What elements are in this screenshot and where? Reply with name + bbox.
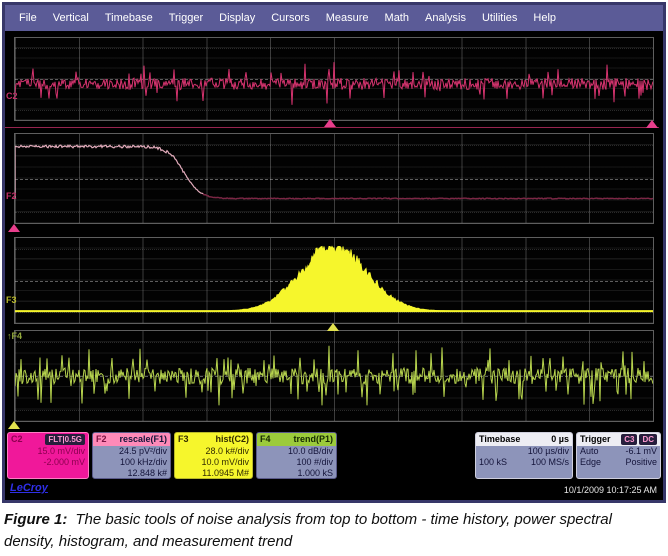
f4-samples: 1.000 kS (257, 468, 336, 479)
channel-c2-descriptor[interactable]: C2 FLT|0.5G 15.0 mV/div -2.000 mV (7, 432, 89, 479)
f3-population: 11.0945 M# (175, 468, 252, 479)
psd-position-marker[interactable] (8, 224, 20, 232)
histogram-center-marker[interactable] (327, 323, 339, 331)
trigger-descriptor[interactable]: Trigger C3 DC Auto -6.1 mV Edge Positive (576, 432, 661, 479)
histogram-trace (15, 238, 653, 323)
c2-label: C2 (11, 434, 23, 445)
trigger-type: Edge (580, 457, 601, 468)
trace-f2-descriptor[interactable]: F2 rescale(F1) 24.5 pV²/div 100 kHz/div … (92, 432, 171, 479)
f3-label: F3 (178, 434, 189, 445)
trace-label-c2: C2 (6, 91, 18, 101)
menu-item-vertical[interactable]: Vertical (45, 12, 97, 24)
f3-horizontal-scale: 10.0 mV/div (175, 457, 252, 468)
f4-function: trend(P1) (293, 434, 333, 445)
f4-label: F4 (260, 434, 271, 445)
datetime-display: 10/1/2009 10:17:25 AM (564, 485, 657, 495)
trigger-position-marker-right[interactable] (646, 120, 658, 128)
trigger-slope: Positive (625, 457, 657, 468)
f2-points: 12.848 k# (93, 468, 170, 479)
trace-zero-line (5, 127, 659, 128)
trace-label-f4-text: F4 (12, 331, 23, 341)
menu-bar: File Vertical Timebase Trigger Display C… (5, 5, 663, 31)
f2-label: F2 (96, 434, 107, 445)
lecroy-logo[interactable]: LeCroy (10, 482, 48, 494)
menu-item-file[interactable]: File (11, 12, 45, 24)
descriptor-row: C2 FLT|0.5G 15.0 mV/div -2.000 mV F2 res… (7, 432, 661, 479)
menu-item-analysis[interactable]: Analysis (417, 12, 474, 24)
menu-item-cursors[interactable]: Cursors (263, 12, 318, 24)
c2-offset: -2.000 mV (8, 457, 88, 468)
trigger-mode: Auto (580, 446, 599, 457)
f2-horizontal-scale: 100 kHz/div (93, 457, 170, 468)
figure-caption-title: Figure 1: (4, 511, 67, 528)
oscilloscope-window: File Vertical Timebase Trigger Display C… (2, 2, 666, 503)
trace-label-f3: F3 (6, 295, 17, 305)
f4-vertical-scale: 10.0 dB/div (257, 446, 336, 457)
timebase-samplerate: 100 MS/s (531, 457, 569, 468)
f2-vertical-scale: 24.5 pV²/div (93, 446, 170, 457)
f3-vertical-scale: 28.0 k#/div (175, 446, 252, 457)
menu-item-measure[interactable]: Measure (318, 12, 377, 24)
panel-trend (14, 330, 654, 422)
timebase-scale: 100 µs/div (476, 446, 572, 457)
trace-f3-descriptor[interactable]: F3 hist(C2) 28.0 k#/div 10.0 mV/div 11.0… (174, 432, 253, 479)
panel-psd (14, 133, 654, 224)
f4-horizontal-scale: 100 #/div (257, 457, 336, 468)
panel-time-history (14, 37, 654, 121)
trigger-source-badge: C3 (621, 434, 637, 445)
c2-vertical-scale: 15.0 mV/div (8, 446, 88, 457)
timebase-delay: 0 µs (551, 434, 569, 445)
menu-item-trigger[interactable]: Trigger (161, 12, 211, 24)
trend-trace (15, 331, 653, 421)
trigger-coupling-badge: DC (639, 434, 657, 445)
trend-position-marker[interactable] (8, 421, 20, 429)
c2-filter-badge: FLT|0.5G (45, 434, 85, 445)
menu-item-display[interactable]: Display (211, 12, 263, 24)
psd-trace (15, 134, 653, 223)
trace-f4-descriptor[interactable]: F4 trend(P1) 10.0 dB/div 100 #/div 1.000… (256, 432, 337, 479)
scope-display: C2 F2 F3 (5, 31, 663, 500)
screenshot-root: File Vertical Timebase Trigger Display C… (0, 0, 668, 556)
f3-function: hist(C2) (216, 434, 250, 445)
figure-caption-text: The basic tools of noise analysis from t… (4, 511, 612, 550)
menu-item-help[interactable]: Help (525, 12, 564, 24)
descriptor-spacer (340, 432, 472, 479)
trigger-position-marker[interactable] (324, 119, 336, 127)
timebase-memory: 100 kS (479, 457, 507, 468)
figure-caption: Figure 1:The basic tools of noise analys… (0, 505, 668, 556)
panel-histogram (14, 237, 654, 324)
trace-label-f2: F2 (6, 191, 17, 201)
f2-function: rescale(F1) (119, 434, 167, 445)
menu-item-timebase[interactable]: Timebase (97, 12, 161, 24)
timebase-descriptor[interactable]: Timebase 0 µs 100 µs/div 100 kS 100 MS/s (475, 432, 573, 479)
time-history-trace (15, 38, 653, 120)
trigger-level: -6.1 mV (625, 446, 657, 457)
menu-item-utilities[interactable]: Utilities (474, 12, 525, 24)
timebase-label: Timebase (479, 434, 520, 445)
trigger-label: Trigger (580, 434, 611, 445)
trace-label-f4: ↑F4 (7, 331, 22, 341)
menu-item-math[interactable]: Math (377, 12, 417, 24)
